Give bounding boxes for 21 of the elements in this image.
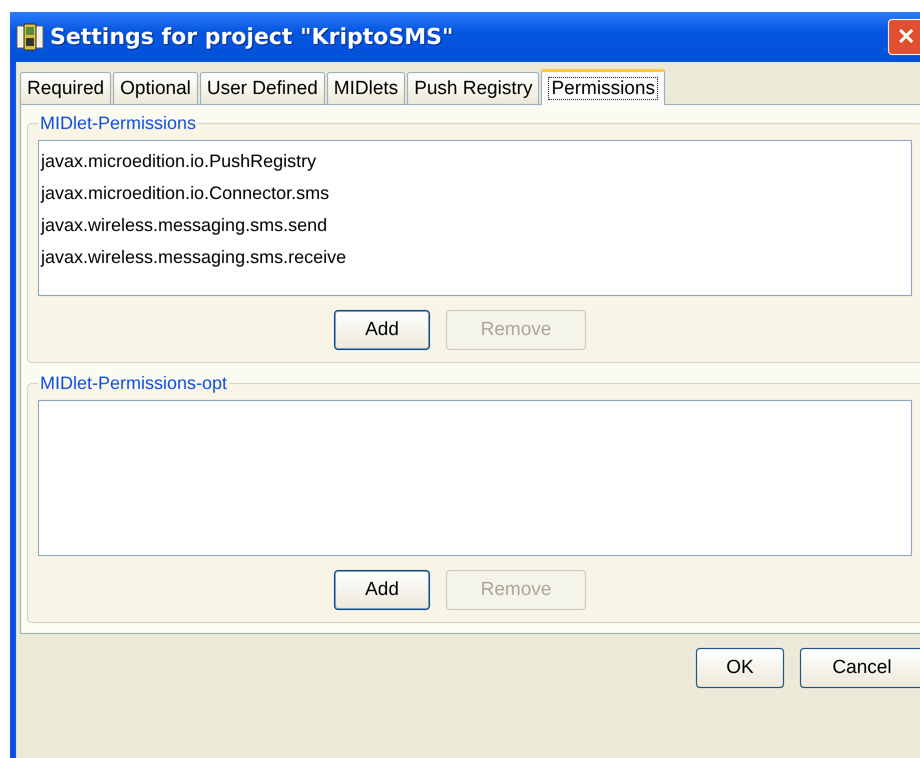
phone-app-icon: [16, 23, 44, 51]
window-title: Settings for project "KriptoSMS": [50, 24, 454, 50]
tab[interactable]: Push Registry: [407, 72, 540, 104]
list-item[interactable]: javax.microedition.io.PushRegistry: [41, 145, 911, 177]
ok-button[interactable]: OK: [696, 648, 784, 688]
tab[interactable]: Required: [20, 72, 112, 104]
group-legend: MIDlet-Permissions-opt: [38, 373, 230, 394]
close-button[interactable]: ✕: [888, 19, 920, 55]
tab[interactable]: Permissions: [541, 69, 665, 105]
add-button[interactable]: Add: [334, 310, 430, 350]
list-item[interactable]: javax.wireless.messaging.sms.send: [41, 209, 911, 241]
add-button[interactable]: Add: [334, 570, 430, 610]
group-legend: MIDlet-Permissions: [38, 113, 198, 134]
cancel-button[interactable]: Cancel: [800, 648, 920, 688]
tab[interactable]: MIDlets: [326, 72, 406, 104]
permission-list[interactable]: [38, 400, 912, 556]
list-item[interactable]: javax.wireless.messaging.sms.receive: [41, 241, 911, 273]
permission-list[interactable]: javax.microedition.io.PushRegistry javax.microedition.io.Connector.sms javax.wireless.messaging.sms.send javax.wireless.messaging.sms.receive: [38, 140, 912, 296]
tab[interactable]: Optional: [113, 72, 198, 104]
list-item[interactable]: javax.microedition.io.Connector.sms: [41, 177, 911, 209]
tab[interactable]: User Defined: [200, 72, 325, 104]
